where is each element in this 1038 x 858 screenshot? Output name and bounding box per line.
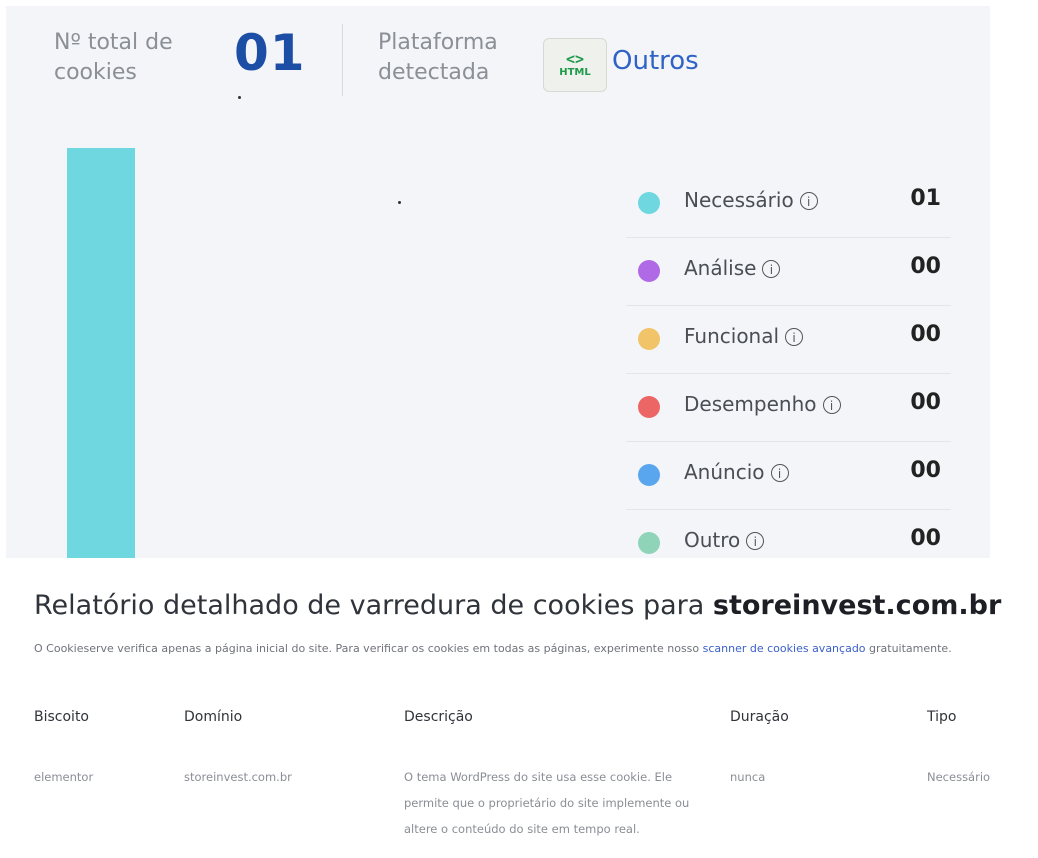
category-count: 00 — [910, 390, 941, 415]
total-cookies-label: Nº total de cookies — [54, 30, 173, 85]
category-color-dot — [638, 532, 660, 554]
cookie-summary-card: Nº total de cookies 01 Plataforma detect… — [6, 6, 990, 558]
category-count: 00 — [910, 458, 941, 483]
col-header-type: Tipo — [927, 709, 957, 725]
cell-cookie: elementor — [34, 770, 94, 784]
legend-row: Análise i 00 — [626, 238, 951, 306]
category-count: 01 — [910, 186, 941, 211]
category-label: Análise i — [684, 256, 781, 280]
report-title: Relatório detalhado de varredura de cook… — [34, 590, 1002, 621]
decorative-dot — [238, 96, 241, 99]
cell-duration: nunca — [730, 770, 766, 784]
cell-domain: storeinvest.com.br — [184, 770, 292, 784]
cell-type: Necessário — [927, 770, 991, 784]
advanced-scanner-link[interactable]: scanner de cookies avançado — [703, 642, 866, 655]
info-icon[interactable]: i — [799, 192, 818, 210]
col-header-cookie: Biscoito — [34, 709, 89, 725]
category-label: Necessário i — [684, 188, 818, 212]
category-color-dot — [638, 464, 660, 486]
cookie-category-legend: Necessário i 01 Análise i 00 Funcional i 00 Desem… — [626, 170, 951, 558]
html-icon-text: HTML — [559, 67, 591, 78]
category-color-dot — [638, 328, 660, 350]
platform-label: Plataforma detectada — [378, 30, 498, 85]
category-color-dot — [638, 396, 660, 418]
bar-necessário — [67, 148, 135, 558]
category-count: 00 — [910, 526, 941, 551]
platform-value: Outros — [612, 46, 699, 76]
decorative-dot — [398, 201, 401, 204]
cell-description: O tema WordPress do site usa esse cookie… — [404, 770, 690, 836]
legend-row: Funcional i 00 — [626, 306, 951, 374]
info-icon[interactable]: i — [785, 328, 804, 346]
info-icon[interactable]: i — [746, 532, 765, 550]
category-label: Funcional i — [684, 324, 804, 348]
category-label: Anúncio i — [684, 460, 789, 484]
category-color-dot — [638, 260, 660, 282]
category-label: Desempenho i — [684, 392, 841, 416]
info-icon[interactable]: i — [762, 260, 781, 278]
info-icon[interactable]: i — [822, 396, 841, 414]
info-icon[interactable]: i — [770, 464, 789, 482]
legend-row: Outro i 00 — [626, 510, 951, 558]
scanner-note: O Cookieserve verifica apenas a página i… — [34, 642, 952, 655]
total-cookies-value: 01 — [234, 24, 306, 82]
category-label: Outro i — [684, 528, 765, 552]
category-count: 00 — [910, 254, 941, 279]
header-divider — [342, 24, 343, 96]
legend-row: Desempenho i 00 — [626, 374, 951, 442]
legend-row: Necessário i 01 — [626, 170, 951, 238]
col-header-description: Descrição — [404, 709, 473, 725]
col-header-domain: Domínio — [184, 709, 243, 725]
code-brackets-icon: <> — [565, 50, 585, 68]
col-header-duration: Duração — [730, 709, 789, 725]
report-domain: storeinvest.com.br — [712, 590, 1002, 621]
html-platform-icon: <> HTML — [543, 38, 607, 92]
category-count: 00 — [910, 322, 941, 347]
legend-row: Anúncio i 00 — [626, 442, 951, 510]
category-color-dot — [638, 192, 660, 214]
